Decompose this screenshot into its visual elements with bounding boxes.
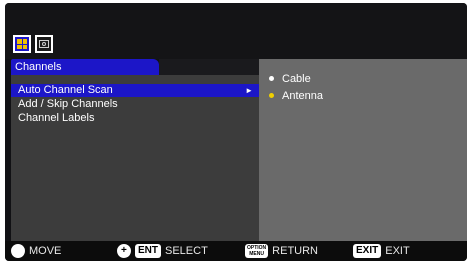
select-hint: + ENT SELECT <box>117 244 208 258</box>
option-key-line2: MENU <box>249 251 264 257</box>
tv-screen: Channels Auto Channel Scan ► Add / Skip … <box>5 3 467 261</box>
option-cable[interactable]: Cable <box>269 73 311 86</box>
button-guide: MOVE + ENT SELECT OPTION MENU RETURN EXI… <box>5 241 467 261</box>
select-label: SELECT <box>165 245 208 257</box>
dpad-icon <box>11 244 25 258</box>
menu-item-label: Channel Labels <box>18 112 95 124</box>
dpad-plus-icon: + <box>117 244 131 258</box>
bullet-icon <box>269 75 274 81</box>
return-hint: OPTION MENU RETURN <box>245 244 318 258</box>
exit-label: EXIT <box>385 245 410 257</box>
option-label: Cable <box>282 73 311 85</box>
menu-item-add-skip-channels[interactable]: Add / Skip Channels <box>11 98 259 111</box>
move-hint: MOVE <box>11 244 61 258</box>
menu-item-auto-channel-scan[interactable]: Auto Channel Scan ► <box>11 84 259 97</box>
option-antenna[interactable]: Antenna <box>269 90 323 103</box>
return-label: RETURN <box>272 245 319 257</box>
grid-icon[interactable] <box>13 35 31 53</box>
exit-key: EXIT <box>353 244 382 258</box>
option-menu-key: OPTION MENU <box>245 244 269 258</box>
bullet-icon <box>269 92 274 98</box>
menu-item-label: Add / Skip Channels <box>18 98 118 110</box>
menu-item-channel-labels[interactable]: Channel Labels <box>11 112 259 125</box>
header-area <box>5 3 467 59</box>
option-label: Antenna <box>282 90 323 102</box>
camera-icon[interactable] <box>35 35 53 53</box>
enter-key: ENT <box>135 244 161 258</box>
channels-menu: Auto Channel Scan ► Add / Skip Channels … <box>11 75 259 241</box>
exit-hint: EXIT EXIT <box>353 244 410 258</box>
category-icons <box>13 35 53 53</box>
tab-channels[interactable]: Channels <box>11 59 159 75</box>
menu-item-label: Auto Channel Scan <box>18 84 113 96</box>
move-label: MOVE <box>29 245 62 257</box>
chevron-right-icon: ► <box>245 86 253 95</box>
submenu-panel: Cable Antenna <box>259 59 467 241</box>
